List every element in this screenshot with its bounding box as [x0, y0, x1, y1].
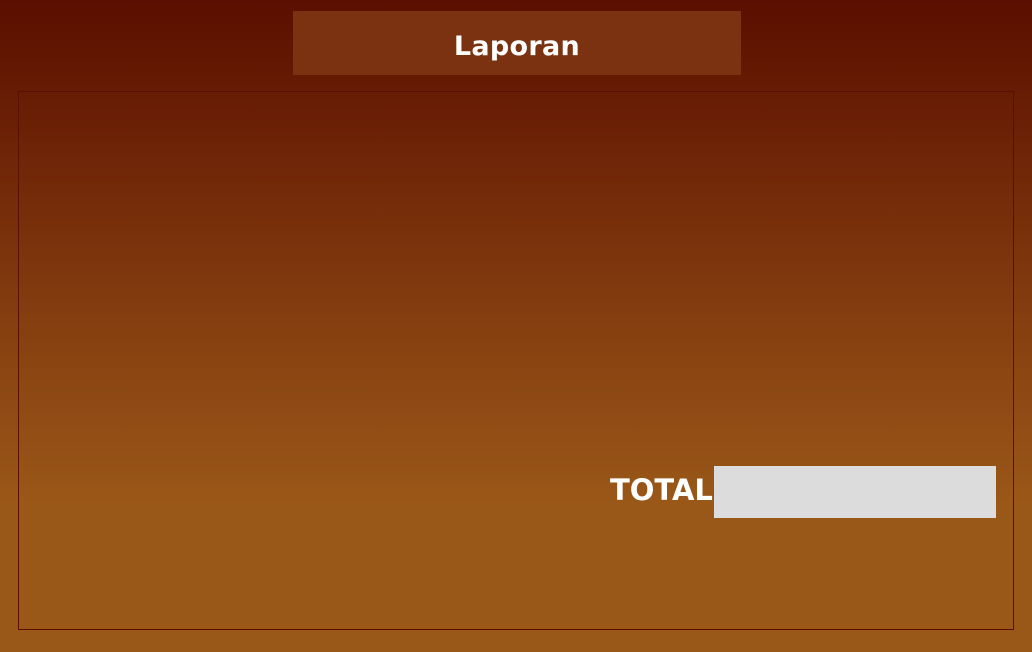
- page-title: Laporan: [453, 31, 581, 62]
- total-label: TOTAL: [610, 473, 713, 507]
- report-panel: [18, 91, 1014, 630]
- title-bar: Laporan: [293, 11, 741, 75]
- total-field[interactable]: [714, 466, 996, 518]
